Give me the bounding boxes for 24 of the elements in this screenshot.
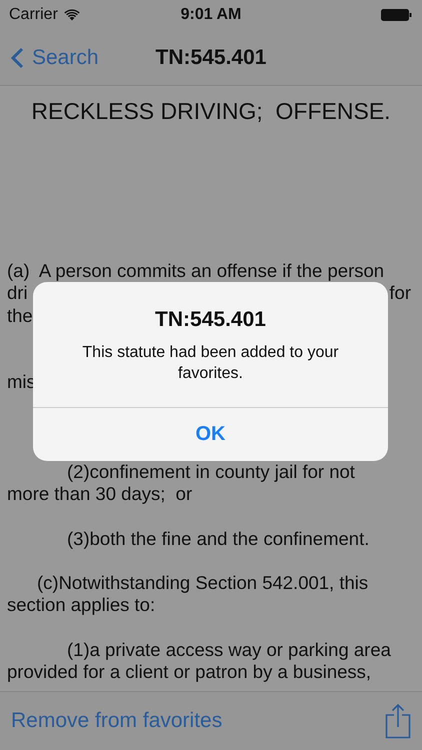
statute-text-line: (c)Notwithstanding Section 542.001, this <box>37 572 368 594</box>
back-button[interactable]: Search <box>0 46 107 70</box>
alert-title: TN:545.401 <box>155 308 266 332</box>
statute-text-line: (1)a private access way or parking area <box>67 639 391 662</box>
alert-message: This statute had been added to your favorites. <box>81 343 340 384</box>
statute-text-fragment: for <box>389 282 411 305</box>
nav-title: TN:545.401 <box>156 46 266 70</box>
battery-icon <box>381 9 412 21</box>
remove-favorites-link[interactable]: Remove from favorites <box>11 709 222 733</box>
chevron-left-icon <box>11 46 24 68</box>
wifi-icon <box>64 9 80 21</box>
statute-text-fragment: the <box>7 304 33 327</box>
statute-text-line: more than 30 days; or <box>7 482 192 506</box>
ok-button[interactable]: OK <box>33 407 388 461</box>
statute-text-line: (3)both the fine and the confinement. <box>67 528 370 550</box>
clock-time: 9:01 AM <box>180 6 242 24</box>
statute-text-line: section applies to: <box>7 594 156 617</box>
statute-text-line: (a) A person commits an offense if the person <box>7 260 384 282</box>
carrier-label: Carrier <box>9 6 58 24</box>
statute-text-line: (2)confinement in county jail for not <box>67 460 355 483</box>
statute-text-line: provided for a client or patron by a business, <box>7 661 372 684</box>
statute-text-fragment: dri <box>7 282 28 305</box>
share-icon[interactable] <box>385 703 411 739</box>
statute-heading: RECKLESS DRIVING; OFFENSE. <box>30 97 392 125</box>
